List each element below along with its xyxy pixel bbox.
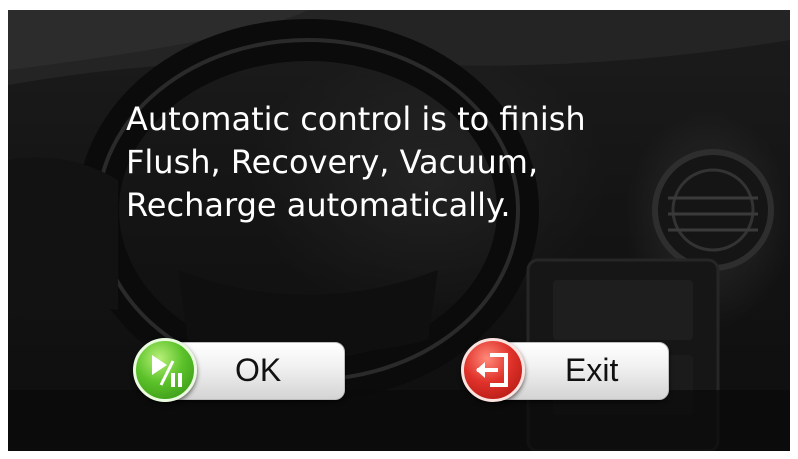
message-line-1: Automatic control is to finish xyxy=(126,100,586,138)
message-line-2: Flush, Recovery, Vacuum, xyxy=(126,143,539,181)
exit-button[interactable]: Exit xyxy=(461,338,669,402)
exit-button-badge[interactable] xyxy=(461,338,525,402)
exit-icon xyxy=(476,353,508,387)
ok-button[interactable]: OK xyxy=(133,338,345,402)
ok-button-label[interactable]: OK xyxy=(235,351,281,389)
play-pause-icon xyxy=(152,355,182,387)
info-message: Automatic control is to finish Flush, Re… xyxy=(126,98,726,227)
exit-button-label[interactable]: Exit xyxy=(565,351,618,389)
message-line-3: Recharge automatically. xyxy=(126,186,511,224)
ok-button-badge[interactable] xyxy=(133,338,197,402)
car-interior-background xyxy=(8,10,790,451)
screen xyxy=(8,10,790,451)
